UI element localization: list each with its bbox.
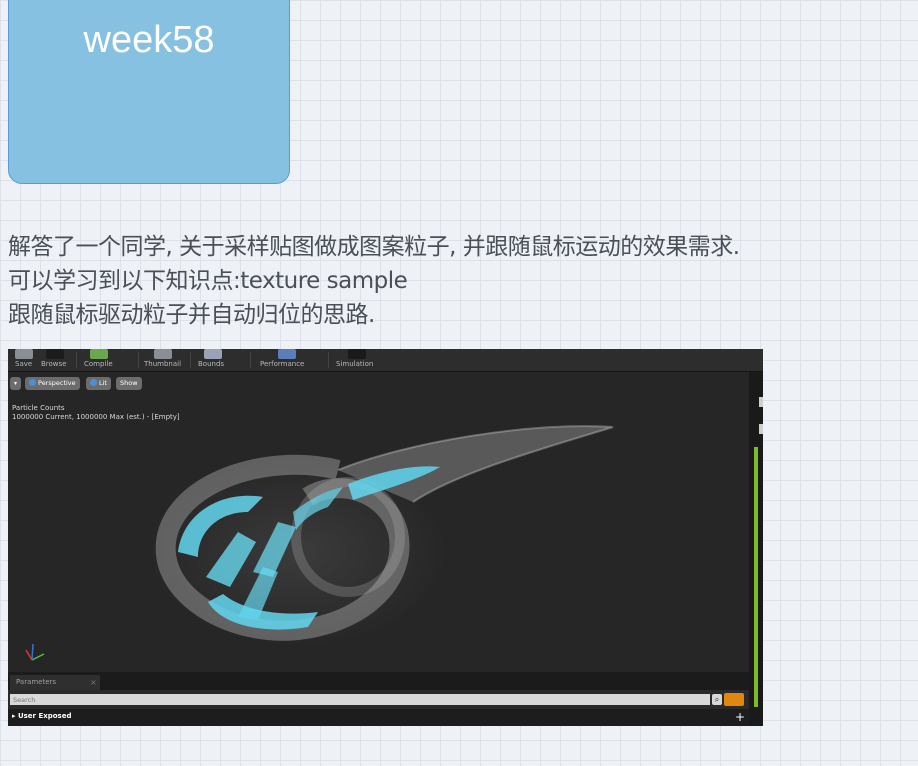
- description-line: 跟随鼠标驱动粒子并自动归位的思路.: [8, 302, 375, 328]
- search-icon[interactable]: ⌕: [712, 694, 722, 705]
- simulation-icon: [348, 349, 366, 359]
- editor-screenshot: Save Browse Compile Thumbnail Bounds Per…: [8, 349, 763, 726]
- browse-button[interactable]: Browse: [38, 349, 72, 371]
- editor-toolbar: Save Browse Compile Thumbnail Bounds Per…: [8, 349, 763, 372]
- browse-icon: [46, 349, 64, 359]
- particle-effect-preview: [25, 425, 614, 661]
- axis-x-icon: [25, 649, 33, 661]
- description-text: 解答了一个同学, 关于采样贴图做成图案粒子, 并跟随鼠标运动的效果需求. 可以学…: [8, 230, 908, 332]
- user-exposed-row[interactable]: ▸ User Exposed +: [8, 709, 749, 726]
- simulation-button[interactable]: Simulation: [334, 349, 384, 371]
- compile-button[interactable]: Compile: [82, 349, 122, 371]
- thumbnail-icon: [154, 349, 172, 359]
- card-title: week58: [83, 19, 215, 61]
- params-tab-bar: Parameters ×: [8, 672, 749, 690]
- panel-box: [759, 397, 763, 407]
- description-line: 解答了一个同学, 关于采样贴图做成图案粒子, 并跟随鼠标运动的效果需求.: [8, 234, 740, 260]
- close-icon[interactable]: ×: [90, 675, 97, 690]
- timeline-bar: [754, 447, 758, 707]
- save-icon: [15, 349, 33, 359]
- panel-box: [759, 424, 763, 434]
- user-exposed-label: ▸ User Exposed: [12, 712, 72, 720]
- bounds-icon: [204, 349, 222, 359]
- preview-viewport[interactable]: ▾ Perspective Lit Show Particle Counts 1…: [8, 372, 749, 672]
- settings-button[interactable]: [724, 693, 744, 706]
- performance-icon: [278, 349, 296, 359]
- performance-button[interactable]: Performance: [258, 349, 318, 371]
- axis-z-icon: [31, 643, 34, 661]
- thumbnail-button[interactable]: Thumbnail: [142, 349, 186, 371]
- params-search-row: ⌕: [8, 690, 749, 709]
- compile-icon: [90, 349, 108, 359]
- bounds-button[interactable]: Bounds: [196, 349, 236, 371]
- tab-parameters[interactable]: Parameters ×: [10, 675, 100, 690]
- save-button[interactable]: Save: [12, 349, 36, 371]
- add-icon[interactable]: +: [735, 709, 745, 726]
- description-line: 可以学习到以下知识点:texture sample: [8, 268, 408, 294]
- search-input[interactable]: [10, 694, 710, 705]
- week-card[interactable]: week58: [8, 0, 290, 184]
- axis-y-icon: [31, 653, 45, 661]
